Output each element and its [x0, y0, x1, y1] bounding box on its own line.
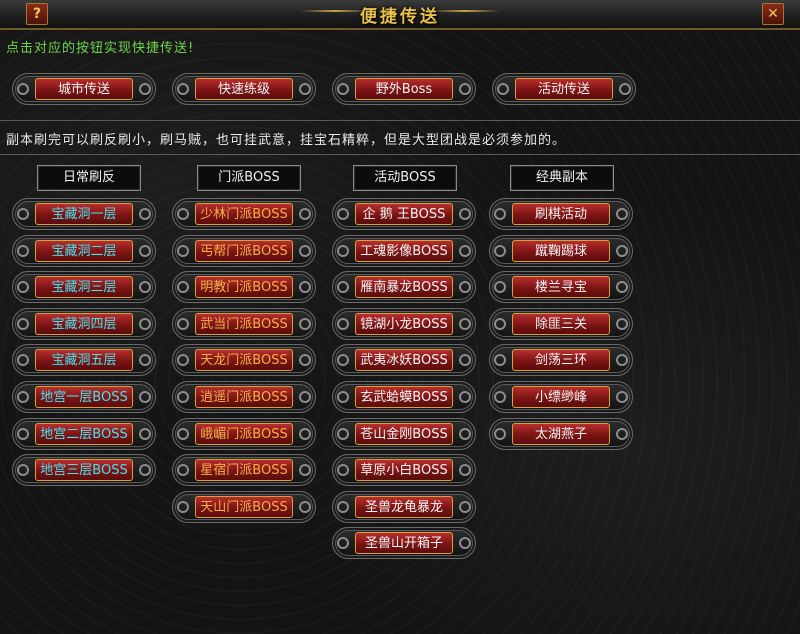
teleport-button-classic-dungeon[interactable]: 小缥缈峰	[489, 381, 633, 413]
button-label: 逍遥门派BOSS	[195, 386, 293, 408]
teleport-button-sect-boss[interactable]: 星宿门派BOSS	[172, 454, 316, 486]
teleport-button-daily[interactable]: 宝藏洞四层	[12, 308, 156, 340]
button-label: 武当门派BOSS	[195, 313, 293, 335]
category-label-event-boss: 活动BOSS	[353, 165, 457, 191]
teleport-button-classic-dungeon[interactable]: 楼兰寻宝	[489, 271, 633, 303]
button-label: 宝藏洞三层	[35, 276, 133, 298]
button-label: 小缥缈峰	[512, 386, 610, 408]
teleport-button-daily[interactable]: 地宫三层BOSS	[12, 454, 156, 486]
button-label: 工魂影像BOSS	[355, 240, 453, 262]
button-label: 地宫三层BOSS	[35, 459, 133, 481]
teleport-button-event-boss[interactable]: 圣兽山开箱子	[332, 527, 476, 559]
teleport-button-sect-boss[interactable]: 天龙门派BOSS	[172, 344, 316, 376]
button-label: 剑荡三环	[512, 349, 610, 371]
teleport-button-classic-dungeon[interactable]: 太湖燕子	[489, 418, 633, 450]
teleport-button-daily[interactable]: 宝藏洞一层	[12, 198, 156, 230]
button-label: 天龙门派BOSS	[195, 349, 293, 371]
button-label: 地宫一层BOSS	[35, 386, 133, 408]
note-text: 副本刷完可以刷反刷小，刷马贼，也可挂武意，挂宝石精粹，但是大型团战是必须参加的。	[6, 133, 567, 148]
close-icon[interactable]: ✕	[762, 3, 784, 25]
button-label: 快速练级	[195, 78, 293, 100]
teleport-button-event-boss[interactable]: 玄武蛤蟆BOSS	[332, 381, 476, 413]
teleport-button-event-boss[interactable]: 苍山金刚BOSS	[332, 418, 476, 450]
button-label: 武夷冰妖BOSS	[355, 349, 453, 371]
teleport-button-sect-boss[interactable]: 丐帮门派BOSS	[172, 235, 316, 267]
teleport-button-event-boss[interactable]: 工魂影像BOSS	[332, 235, 476, 267]
city-teleport-button[interactable]: 城市传送	[12, 73, 156, 105]
teleport-button-classic-dungeon[interactable]: 除匪三关	[489, 308, 633, 340]
teleport-button-sect-boss[interactable]: 明教门派BOSS	[172, 271, 316, 303]
button-label: 苍山金刚BOSS	[355, 423, 453, 445]
divider	[0, 154, 800, 155]
button-label: 草原小白BOSS	[355, 459, 453, 481]
window-title: 便捷传送	[360, 7, 440, 27]
category-label-sect-boss: 门派BOSS	[197, 165, 301, 191]
button-label: 圣兽山开箱子	[355, 532, 453, 554]
teleport-button-classic-dungeon[interactable]: 蹴鞠踢球	[489, 235, 633, 267]
button-label: 城市传送	[35, 78, 133, 100]
button-label: 峨嵋门派BOSS	[195, 423, 293, 445]
button-label: 太湖燕子	[512, 423, 610, 445]
button-label: 企 鹅 王BOSS	[355, 203, 453, 225]
teleport-button-event-boss[interactable]: 镜湖小龙BOSS	[332, 308, 476, 340]
divider	[0, 120, 800, 121]
button-label: 丐帮门派BOSS	[195, 240, 293, 262]
teleport-button-daily[interactable]: 地宫二层BOSS	[12, 418, 156, 450]
category-label-daily: 日常刷反	[37, 165, 141, 191]
button-label: 蹴鞠踢球	[512, 240, 610, 262]
category-label-classic-dungeon: 经典副本	[510, 165, 614, 191]
event-teleport-button[interactable]: 活动传送	[492, 73, 636, 105]
button-label: 宝藏洞二层	[35, 240, 133, 262]
button-label: 星宿门派BOSS	[195, 459, 293, 481]
wild-boss-button[interactable]: 野外Boss	[332, 73, 476, 105]
button-label: 楼兰寻宝	[512, 276, 610, 298]
teleport-button-sect-boss[interactable]: 天山门派BOSS	[172, 491, 316, 523]
teleport-button-event-boss[interactable]: 武夷冰妖BOSS	[332, 344, 476, 376]
button-label: 少林门派BOSS	[195, 203, 293, 225]
fast-leveling-button[interactable]: 快速练级	[172, 73, 316, 105]
button-label: 镜湖小龙BOSS	[355, 313, 453, 335]
button-label: 雁南暴龙BOSS	[355, 276, 453, 298]
button-label: 圣兽龙龟暴龙	[355, 496, 453, 518]
teleport-button-daily[interactable]: 地宫一层BOSS	[12, 381, 156, 413]
teleport-button-daily[interactable]: 宝藏洞二层	[12, 235, 156, 267]
teleport-button-classic-dungeon[interactable]: 刷棋活动	[489, 198, 633, 230]
teleport-button-daily[interactable]: 宝藏洞三层	[12, 271, 156, 303]
teleport-button-event-boss[interactable]: 企 鹅 王BOSS	[332, 198, 476, 230]
button-label: 除匪三关	[512, 313, 610, 335]
button-label: 野外Boss	[355, 78, 453, 100]
button-label: 宝藏洞五层	[35, 349, 133, 371]
teleport-button-event-boss[interactable]: 圣兽龙龟暴龙	[332, 491, 476, 523]
teleport-button-daily[interactable]: 宝藏洞五层	[12, 344, 156, 376]
button-label: 天山门派BOSS	[195, 496, 293, 518]
teleport-button-sect-boss[interactable]: 武当门派BOSS	[172, 308, 316, 340]
title-bar: 便捷传送 ? ✕	[0, 0, 800, 30]
button-label: 地宫二层BOSS	[35, 423, 133, 445]
teleport-button-sect-boss[interactable]: 少林门派BOSS	[172, 198, 316, 230]
teleport-button-sect-boss[interactable]: 峨嵋门派BOSS	[172, 418, 316, 450]
button-label: 刷棋活动	[512, 203, 610, 225]
button-label: 玄武蛤蟆BOSS	[355, 386, 453, 408]
teleport-button-classic-dungeon[interactable]: 剑荡三环	[489, 344, 633, 376]
help-icon[interactable]: ?	[26, 3, 48, 25]
button-label: 宝藏洞四层	[35, 313, 133, 335]
hint-text: 点击对应的按钮实现快捷传送!	[6, 41, 195, 56]
button-label: 宝藏洞一层	[35, 203, 133, 225]
button-label: 明教门派BOSS	[195, 276, 293, 298]
teleport-button-sect-boss[interactable]: 逍遥门派BOSS	[172, 381, 316, 413]
teleport-button-event-boss[interactable]: 草原小白BOSS	[332, 454, 476, 486]
button-label: 活动传送	[515, 78, 613, 100]
teleport-button-event-boss[interactable]: 雁南暴龙BOSS	[332, 271, 476, 303]
